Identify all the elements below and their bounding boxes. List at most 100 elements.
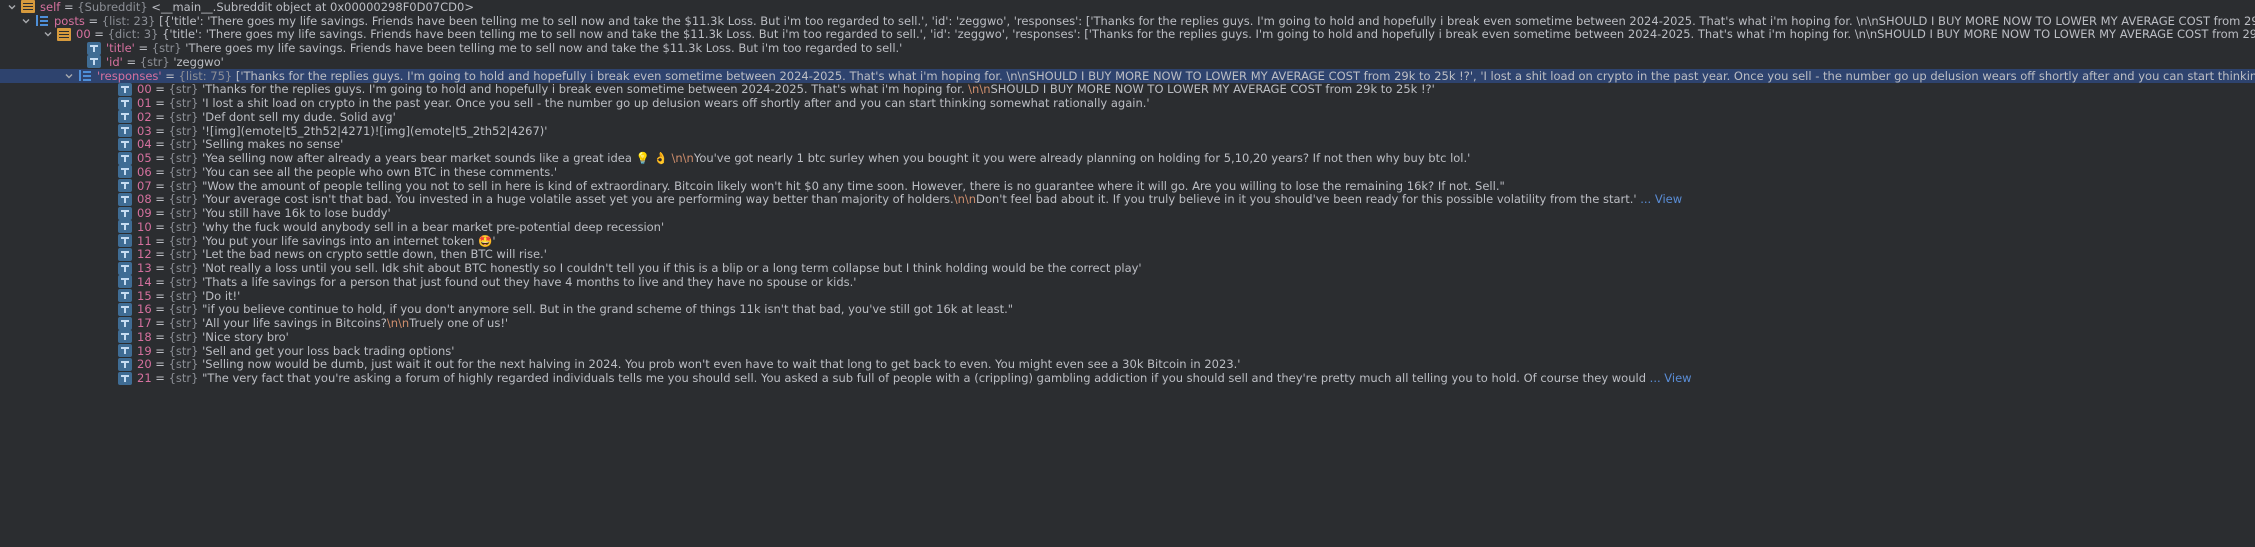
chevron-down-icon[interactable]: [42, 28, 54, 40]
equals-sign: =: [134, 41, 152, 55]
variable-value: 'All your life savings in Bitcoins?\n\nT…: [202, 316, 508, 330]
tree-row[interactable]: 07 = {str} "Wow the amount of people tel…: [0, 179, 2255, 193]
equals-sign: =: [151, 330, 169, 344]
variable-type: {str}: [168, 82, 199, 97]
variable-type: {list: 23}: [101, 13, 156, 28]
equals-sign: =: [151, 247, 169, 262]
tree-row[interactable]: 02 = {str} 'Def dont sell my dude. Solid…: [0, 110, 2255, 124]
value-text: 'Yea selling now after already a years b…: [202, 151, 672, 165]
variable-value: "Wow the amount of people telling you no…: [202, 178, 1505, 193]
view-link[interactable]: ... View: [1646, 371, 1692, 385]
equals-sign: =: [151, 371, 169, 385]
variable-name: 14: [137, 275, 152, 289]
tree-row[interactable]: posts = {list: 23} [{'title': 'There goe…: [0, 14, 2255, 28]
tree-row[interactable]: 19 = {str} 'Sell and get your loss back …: [0, 344, 2255, 358]
equals-sign: =: [151, 288, 169, 303]
tree-row[interactable]: 05 = {str} 'Yea selling now after alread…: [0, 151, 2255, 165]
variables-tree: self = {Subreddit} <__main__.Subreddit o…: [0, 0, 2255, 547]
equals-sign: =: [151, 110, 169, 124]
value-text: 'Your average cost isn't that bad. You i…: [202, 192, 954, 207]
equals-sign: =: [151, 123, 169, 138]
chevron-down-icon[interactable]: [63, 70, 75, 82]
equals-sign: =: [151, 343, 169, 358]
tree-row[interactable]: 18 = {str} 'Nice story bro': [0, 330, 2255, 344]
tree-row[interactable]: 'responses' = {list: 75} ['Thanks for th…: [0, 68, 2255, 83]
equals-sign: =: [151, 151, 169, 165]
tree-row[interactable]: 04 = {str} 'Selling makes no sense': [0, 137, 2255, 152]
string-icon: [118, 330, 132, 344]
tree-row[interactable]: 01 = {str} 'I lost a shit load on crypto…: [0, 96, 2255, 110]
variable-type: {str}: [168, 357, 199, 372]
variable-type: {str}: [168, 371, 199, 385]
variable-name: 11: [137, 233, 152, 248]
equals-sign: =: [161, 68, 179, 83]
string-icon: [118, 96, 132, 110]
variable-value: 'Selling makes no sense': [202, 137, 344, 152]
tree-row[interactable]: 11 = {str} 'You put your life savings in…: [0, 234, 2255, 248]
variable-type: {str}: [168, 275, 199, 289]
variable-value: 'Your average cost isn't that bad. You i…: [202, 193, 1682, 207]
variable-name: 10: [137, 220, 152, 234]
tree-row[interactable]: 10 = {str} 'why the fuck would anybody s…: [0, 220, 2255, 234]
tree-row[interactable]: 03 = {str} '![img](emote|t5_2th52|4271)!…: [0, 124, 2255, 138]
string-icon: [118, 344, 132, 358]
tree-row[interactable]: 09 = {str} 'You still have 16k to lose b…: [0, 206, 2255, 220]
equals-sign: =: [151, 302, 169, 317]
tree-row[interactable]: 00 = {dict: 3} {'title': 'There goes my …: [0, 27, 2255, 42]
tree-row[interactable]: 17 = {str} 'All your life savings in Bit…: [0, 316, 2255, 330]
tree-row[interactable]: 14 = {str} 'Thats a life savings for a p…: [0, 275, 2255, 289]
tree-row[interactable]: 16 = {str} "if you believe continue to h…: [0, 302, 2255, 317]
value-text: SHOULD I BUY MORE NOW TO LOWER MY AVERAG…: [990, 82, 1435, 97]
variable-value: 'why the fuck would anybody sell in a be…: [202, 220, 665, 234]
variable-value: 'Not really a loss until you sell. Idk s…: [202, 261, 1142, 275]
value-text: 'Thanks for the replies guys. I'm going …: [202, 82, 969, 97]
tree-row[interactable]: 06 = {str} 'You can see all the people w…: [0, 165, 2255, 179]
value-text: Truely one of us!': [409, 316, 509, 330]
variable-name: 02: [137, 110, 152, 124]
equals-sign: =: [151, 178, 169, 193]
tree-row[interactable]: 08 = {str} 'Your average cost isn't that…: [0, 193, 2255, 207]
tree-row[interactable]: 12 = {str} 'Let the bad news on crypto s…: [0, 247, 2255, 262]
variable-name: 'id': [106, 55, 123, 69]
equals-sign: =: [151, 233, 169, 248]
variable-value: {'title': 'There goes my life savings. F…: [162, 27, 2255, 42]
variable-type: {str}: [168, 151, 199, 165]
variable-value: 'Do it!': [202, 288, 241, 303]
string-icon: [118, 247, 132, 261]
tree-row[interactable]: self = {Subreddit} <__main__.Subreddit o…: [0, 0, 2255, 14]
view-link[interactable]: ... View: [1637, 193, 1682, 207]
variable-name: 03: [137, 123, 152, 138]
tree-row[interactable]: 00 = {str} 'Thanks for the replies guys.…: [0, 82, 2255, 97]
variable-type: {str}: [168, 261, 199, 275]
string-icon: [118, 124, 132, 138]
value-text: "The very fact that you're asking a foru…: [202, 371, 1647, 385]
tree-row[interactable]: 21 = {str} "The very fact that you're as…: [0, 371, 2255, 385]
tree-row[interactable]: 20 = {str} 'Selling now would be dumb, j…: [0, 357, 2255, 372]
variable-value: 'Def dont sell my dude. Solid avg': [202, 110, 396, 124]
chevron-down-icon[interactable]: [20, 15, 32, 27]
variable-name: 18: [137, 330, 152, 344]
escape-sequence: \n\n: [386, 316, 410, 330]
variable-name: 00: [137, 82, 152, 97]
tree-row[interactable]: 'id' = {str} 'zeggwo': [0, 55, 2255, 69]
equals-sign: =: [151, 275, 169, 289]
tree-row[interactable]: 13 = {str} 'Not really a loss until you …: [0, 261, 2255, 275]
value-text: 'All your life savings in Bitcoins?: [202, 316, 387, 330]
string-icon: [87, 41, 101, 55]
tree-row[interactable]: 'title' = {str} 'There goes my life savi…: [0, 41, 2255, 55]
variable-name: 09: [137, 206, 152, 220]
tree-row[interactable]: 15 = {str} 'Do it!': [0, 289, 2255, 303]
equals-sign: =: [151, 137, 169, 152]
chevron-down-icon[interactable]: [6, 1, 18, 13]
